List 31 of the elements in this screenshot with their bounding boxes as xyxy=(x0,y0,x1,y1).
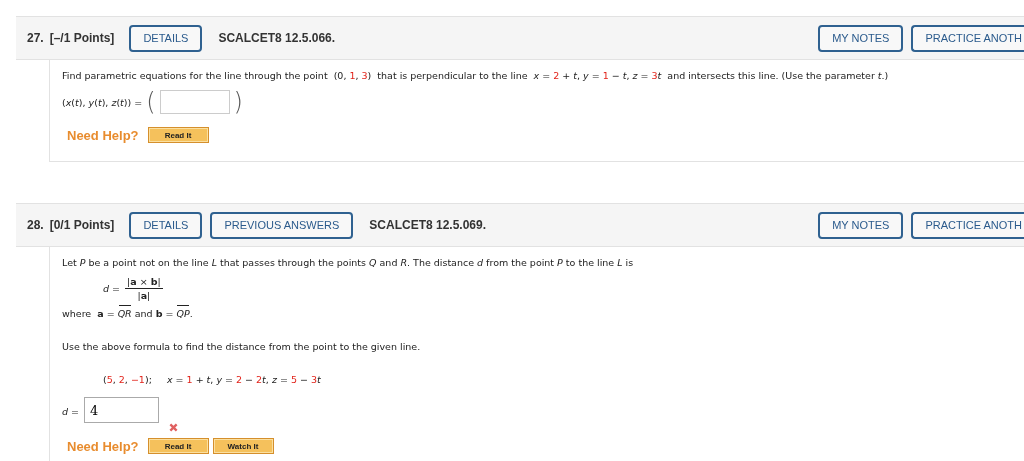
points-label: [–/1 Points] xyxy=(49,31,115,45)
help-button[interactable]: Watch It xyxy=(212,438,274,454)
question-number: 27. xyxy=(27,31,44,45)
header-button[interactable]: PRACTICE ANOTH xyxy=(911,211,1024,239)
need-help-label: Need Help? xyxy=(67,127,139,143)
paren-text: ) xyxy=(233,89,243,115)
answer-field[interactable]: 4 xyxy=(84,397,159,423)
header-button[interactable]: DETAILS xyxy=(129,24,203,52)
question-text: Find parametric equations for the line through the point (0, 1, 3) that is perpendicular to the line x = 2 + t, y = 1 − t, z = 3t and intersects this line. (Use the parameter t.) xyxy=(62,69,890,83)
help-button[interactable]: Read It xyxy=(147,127,209,143)
given-text: (5, 2, −1); x = 1 + t, y = 2 − 2t, z = 5 − 3t xyxy=(103,373,322,387)
question-text: where a = QR and b = QP. xyxy=(62,305,1024,321)
need-help-label: Need Help? xyxy=(67,438,139,454)
header-button[interactable]: PREVIOUS ANSWERS xyxy=(210,211,354,239)
paren-text: ( xyxy=(146,89,156,115)
header-button[interactable]: MY NOTES xyxy=(818,24,904,52)
formula-fraction: |a × b| |a| xyxy=(125,276,163,301)
header-button[interactable]: PRACTICE ANOTH xyxy=(911,24,1024,52)
points-label: [0/1 Points] xyxy=(49,218,115,232)
problem-code: SCALCET8 12.5.069. xyxy=(369,218,487,232)
help-button[interactable]: Read It xyxy=(147,438,209,454)
formula-label: d = xyxy=(103,283,120,294)
question-text: Let P be a point not on the line L that passes through the points Q and R. The distance d from the point P to the line L is xyxy=(62,256,635,270)
problem-code: SCALCET8 12.5.066. xyxy=(218,31,336,45)
answer-label: (x(t), y(t), z(t)) = xyxy=(62,96,143,108)
header-button[interactable]: DETAILS xyxy=(129,211,203,239)
question-text: Use the above formula to find the distance from the point to the given line. xyxy=(62,340,422,354)
answer-label: d = xyxy=(62,406,79,417)
answer-field[interactable] xyxy=(159,90,230,114)
question-number: 28. xyxy=(27,218,44,232)
header-button[interactable]: MY NOTES xyxy=(818,211,904,239)
